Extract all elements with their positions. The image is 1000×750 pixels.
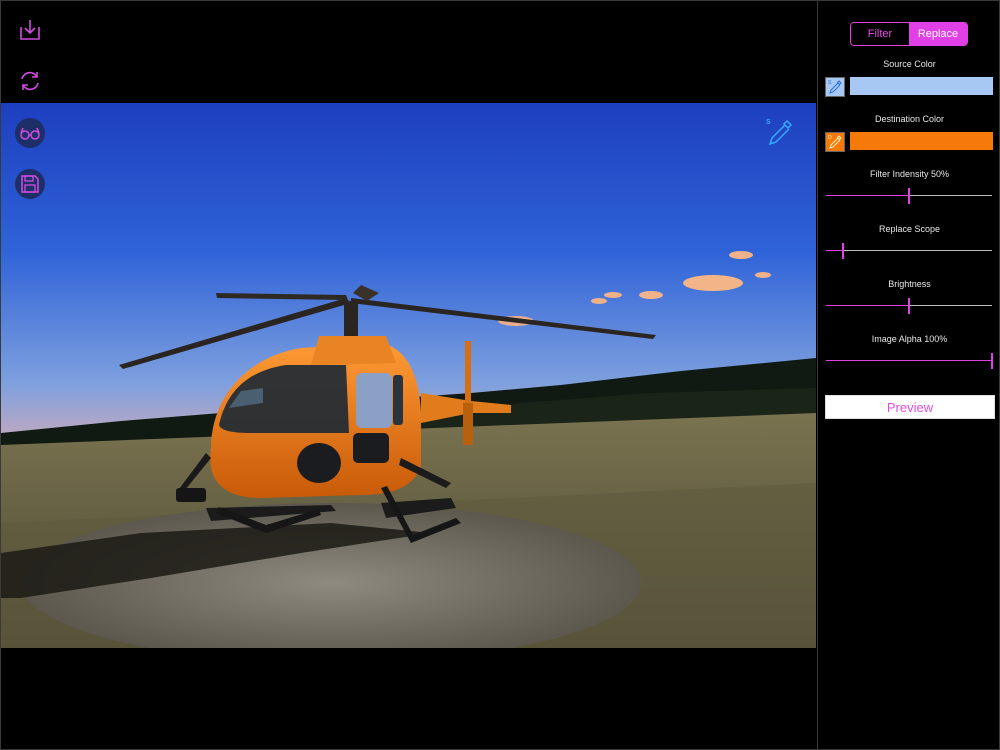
slider-thumb[interactable] bbox=[908, 188, 910, 204]
photo-illustration bbox=[1, 103, 816, 648]
slider-thumb[interactable] bbox=[991, 353, 993, 369]
image-canvas[interactable]: S bbox=[1, 1, 816, 749]
destination-color-label: Destination Color bbox=[874, 114, 945, 124]
brightness-label: Brightness bbox=[888, 279, 931, 289]
picker-badge: S bbox=[766, 119, 771, 126]
mode-segmented-control[interactable]: Filter Replace bbox=[850, 22, 968, 46]
source-color-swatch[interactable] bbox=[850, 77, 993, 95]
filter-intensity-label: Filter Indensity 50% bbox=[869, 169, 950, 179]
preview-button[interactable]: Preview bbox=[825, 395, 995, 419]
source-picker-badge: S bbox=[828, 80, 832, 86]
slider-thumb[interactable] bbox=[841, 243, 844, 259]
segment-filter[interactable]: Filter bbox=[851, 23, 909, 45]
helicopter-photo bbox=[1, 103, 816, 648]
slider-thumb[interactable] bbox=[908, 298, 910, 314]
source-color-label: Source Color bbox=[883, 59, 936, 69]
destination-picker-badge: D bbox=[828, 135, 832, 141]
adjustment-panel: Filter Replace Source Color S Destinatio… bbox=[817, 0, 1000, 750]
source-picker-overlay-icon[interactable]: S bbox=[763, 117, 795, 149]
glasses-icon[interactable] bbox=[15, 118, 45, 148]
download-icon[interactable] bbox=[15, 15, 45, 45]
destination-color-swatch[interactable] bbox=[850, 132, 993, 150]
refresh-icon[interactable] bbox=[15, 66, 45, 96]
replace-scope-slider[interactable] bbox=[826, 243, 992, 259]
image-alpha-label: Image Alpha 100% bbox=[871, 334, 948, 344]
replace-scope-label: Replace Scope bbox=[878, 224, 941, 234]
brightness-slider[interactable] bbox=[826, 298, 992, 314]
segment-replace[interactable]: Replace bbox=[909, 23, 967, 45]
save-icon[interactable] bbox=[15, 169, 45, 199]
destination-eyedropper-icon[interactable]: D bbox=[825, 132, 845, 152]
source-eyedropper-icon[interactable]: S bbox=[825, 77, 845, 97]
filter-intensity-slider[interactable] bbox=[826, 188, 992, 204]
image-alpha-slider[interactable] bbox=[826, 353, 993, 369]
